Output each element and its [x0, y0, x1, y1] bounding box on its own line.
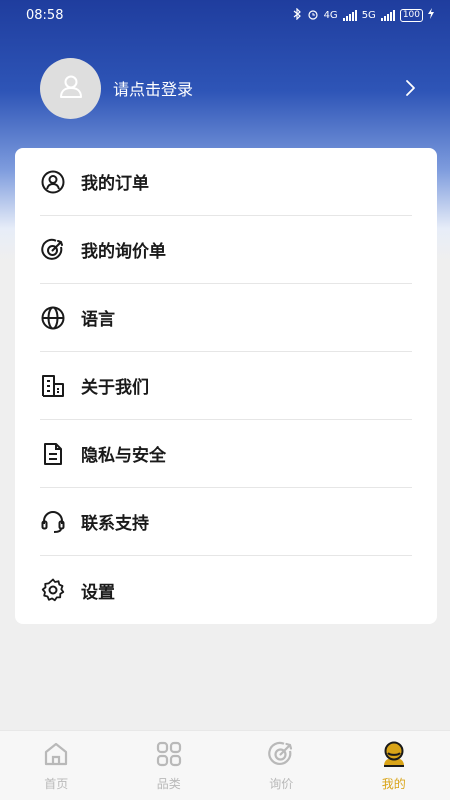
menu-item-label: 联系支持 [81, 514, 149, 534]
menu-card: 我的订单 我的询价单 语言 关于我们 隐私与安全 联系支持 设置 [15, 148, 437, 624]
menu-item-label: 隐私与安全 [81, 446, 166, 466]
menu-item-language[interactable]: 语言 [40, 284, 412, 352]
user-circle-icon [40, 169, 66, 195]
tab-label: 品类 [156, 777, 181, 791]
menu-item-label: 我的询价单 [81, 242, 166, 262]
menu-item-privacy-security[interactable]: 隐私与安全 [40, 420, 412, 488]
menu-item-contact-support[interactable]: 联系支持 [40, 488, 412, 556]
login-prompt[interactable]: 请点击登录 [113, 76, 400, 100]
avatar[interactable] [40, 57, 101, 119]
status-bar: 08:58 4G 5G 100 [0, 0, 450, 30]
bluetooth-icon [293, 7, 302, 23]
chevron-right-icon[interactable] [400, 78, 420, 98]
status-time: 08:58 [26, 7, 64, 23]
menu-item-label: 我的订单 [81, 174, 149, 194]
menu-item-my-inquiries[interactable]: 我的询价单 [40, 216, 412, 284]
menu-item-about-us[interactable]: 关于我们 [40, 352, 412, 420]
document-icon [40, 441, 66, 467]
tab-categories[interactable]: 品类 [113, 731, 226, 800]
gear-icon [40, 577, 66, 603]
user-icon [58, 73, 84, 103]
network-type-label: 5G [361, 9, 376, 21]
category-grid-icon [156, 741, 182, 771]
tab-label: 询价 [269, 777, 294, 791]
tab-label: 首页 [44, 777, 69, 791]
network-type-label: 4G [323, 9, 338, 21]
bottom-tab-bar: 首页 品类 询价 我的 [0, 730, 450, 800]
home-icon [43, 741, 69, 771]
building-icon [40, 373, 66, 399]
profile-icon [381, 741, 407, 771]
status-icons: 4G 5G 100 [293, 7, 434, 23]
signal-icon [380, 9, 395, 21]
tab-inquiry[interactable]: 询价 [225, 731, 338, 800]
tab-label: 我的 [381, 777, 406, 791]
menu-item-settings[interactable]: 设置 [40, 556, 412, 624]
menu-item-my-orders[interactable]: 我的订单 [40, 148, 412, 216]
tab-mine[interactable]: 我的 [338, 731, 450, 800]
globe-icon [40, 305, 66, 331]
login-row[interactable]: 请点击登录 [40, 57, 420, 119]
battery-indicator: 100 [399, 8, 423, 22]
headset-icon [40, 509, 66, 535]
menu-item-label: 设置 [81, 582, 115, 603]
charging-icon [428, 8, 434, 22]
signal-icon [342, 9, 357, 21]
target-icon [40, 237, 66, 263]
target-icon [268, 741, 294, 771]
menu-item-label: 关于我们 [81, 378, 149, 398]
menu-item-label: 语言 [81, 310, 115, 330]
alarm-icon [307, 8, 319, 23]
tab-home[interactable]: 首页 [0, 731, 113, 800]
